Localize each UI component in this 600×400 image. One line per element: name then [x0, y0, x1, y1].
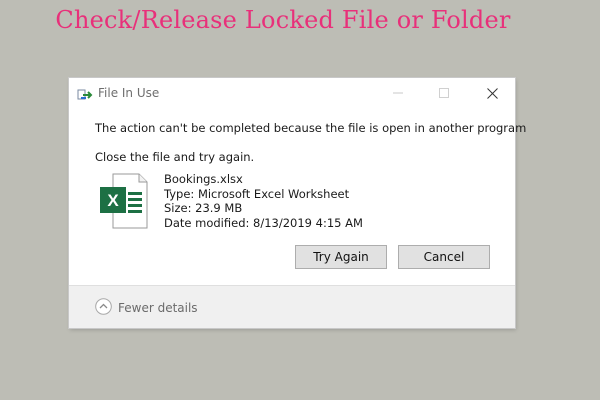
dialog-title: File In Use — [98, 86, 160, 100]
fewer-details-toggle[interactable]: Fewer details — [95, 298, 198, 318]
file-type: Type: Microsoft Excel Worksheet — [164, 186, 350, 201]
file-name: Bookings.xlsx — [164, 172, 243, 186]
svg-text:X: X — [107, 191, 119, 210]
banner-title: Check/Release Locked File or Folder — [55, 6, 511, 34]
fewer-details-label: Fewer details — [118, 301, 198, 315]
minimize-button[interactable] — [375, 78, 421, 108]
dialog-footer: Fewer details — [69, 285, 515, 328]
file-details: Bookings.xlsx Type: Microsoft Excel Work… — [164, 172, 363, 230]
excel-file-icon: X — [99, 172, 149, 230]
chevron-up-circle-icon — [95, 298, 118, 318]
maximize-button[interactable] — [421, 78, 467, 108]
close-button[interactable] — [469, 78, 515, 108]
maximize-icon — [439, 88, 449, 98]
file-in-use-icon — [77, 87, 93, 101]
error-message: The action can't be completed because th… — [95, 121, 527, 135]
try-again-button[interactable]: Try Again — [295, 245, 387, 269]
file-in-use-dialog: File In Use The action can't be complete… — [69, 78, 526, 328]
minimize-icon — [393, 92, 403, 94]
file-size: Size: 23.9 MB — [164, 201, 243, 215]
close-icon — [486, 87, 498, 99]
file-date-modified: Date modified: 8/13/2019 4:15 AM — [164, 215, 363, 230]
cancel-button[interactable]: Cancel — [398, 245, 490, 269]
instruction-text: Close the file and try again. — [95, 150, 255, 164]
dialog-titlebar: File In Use — [69, 78, 515, 108]
